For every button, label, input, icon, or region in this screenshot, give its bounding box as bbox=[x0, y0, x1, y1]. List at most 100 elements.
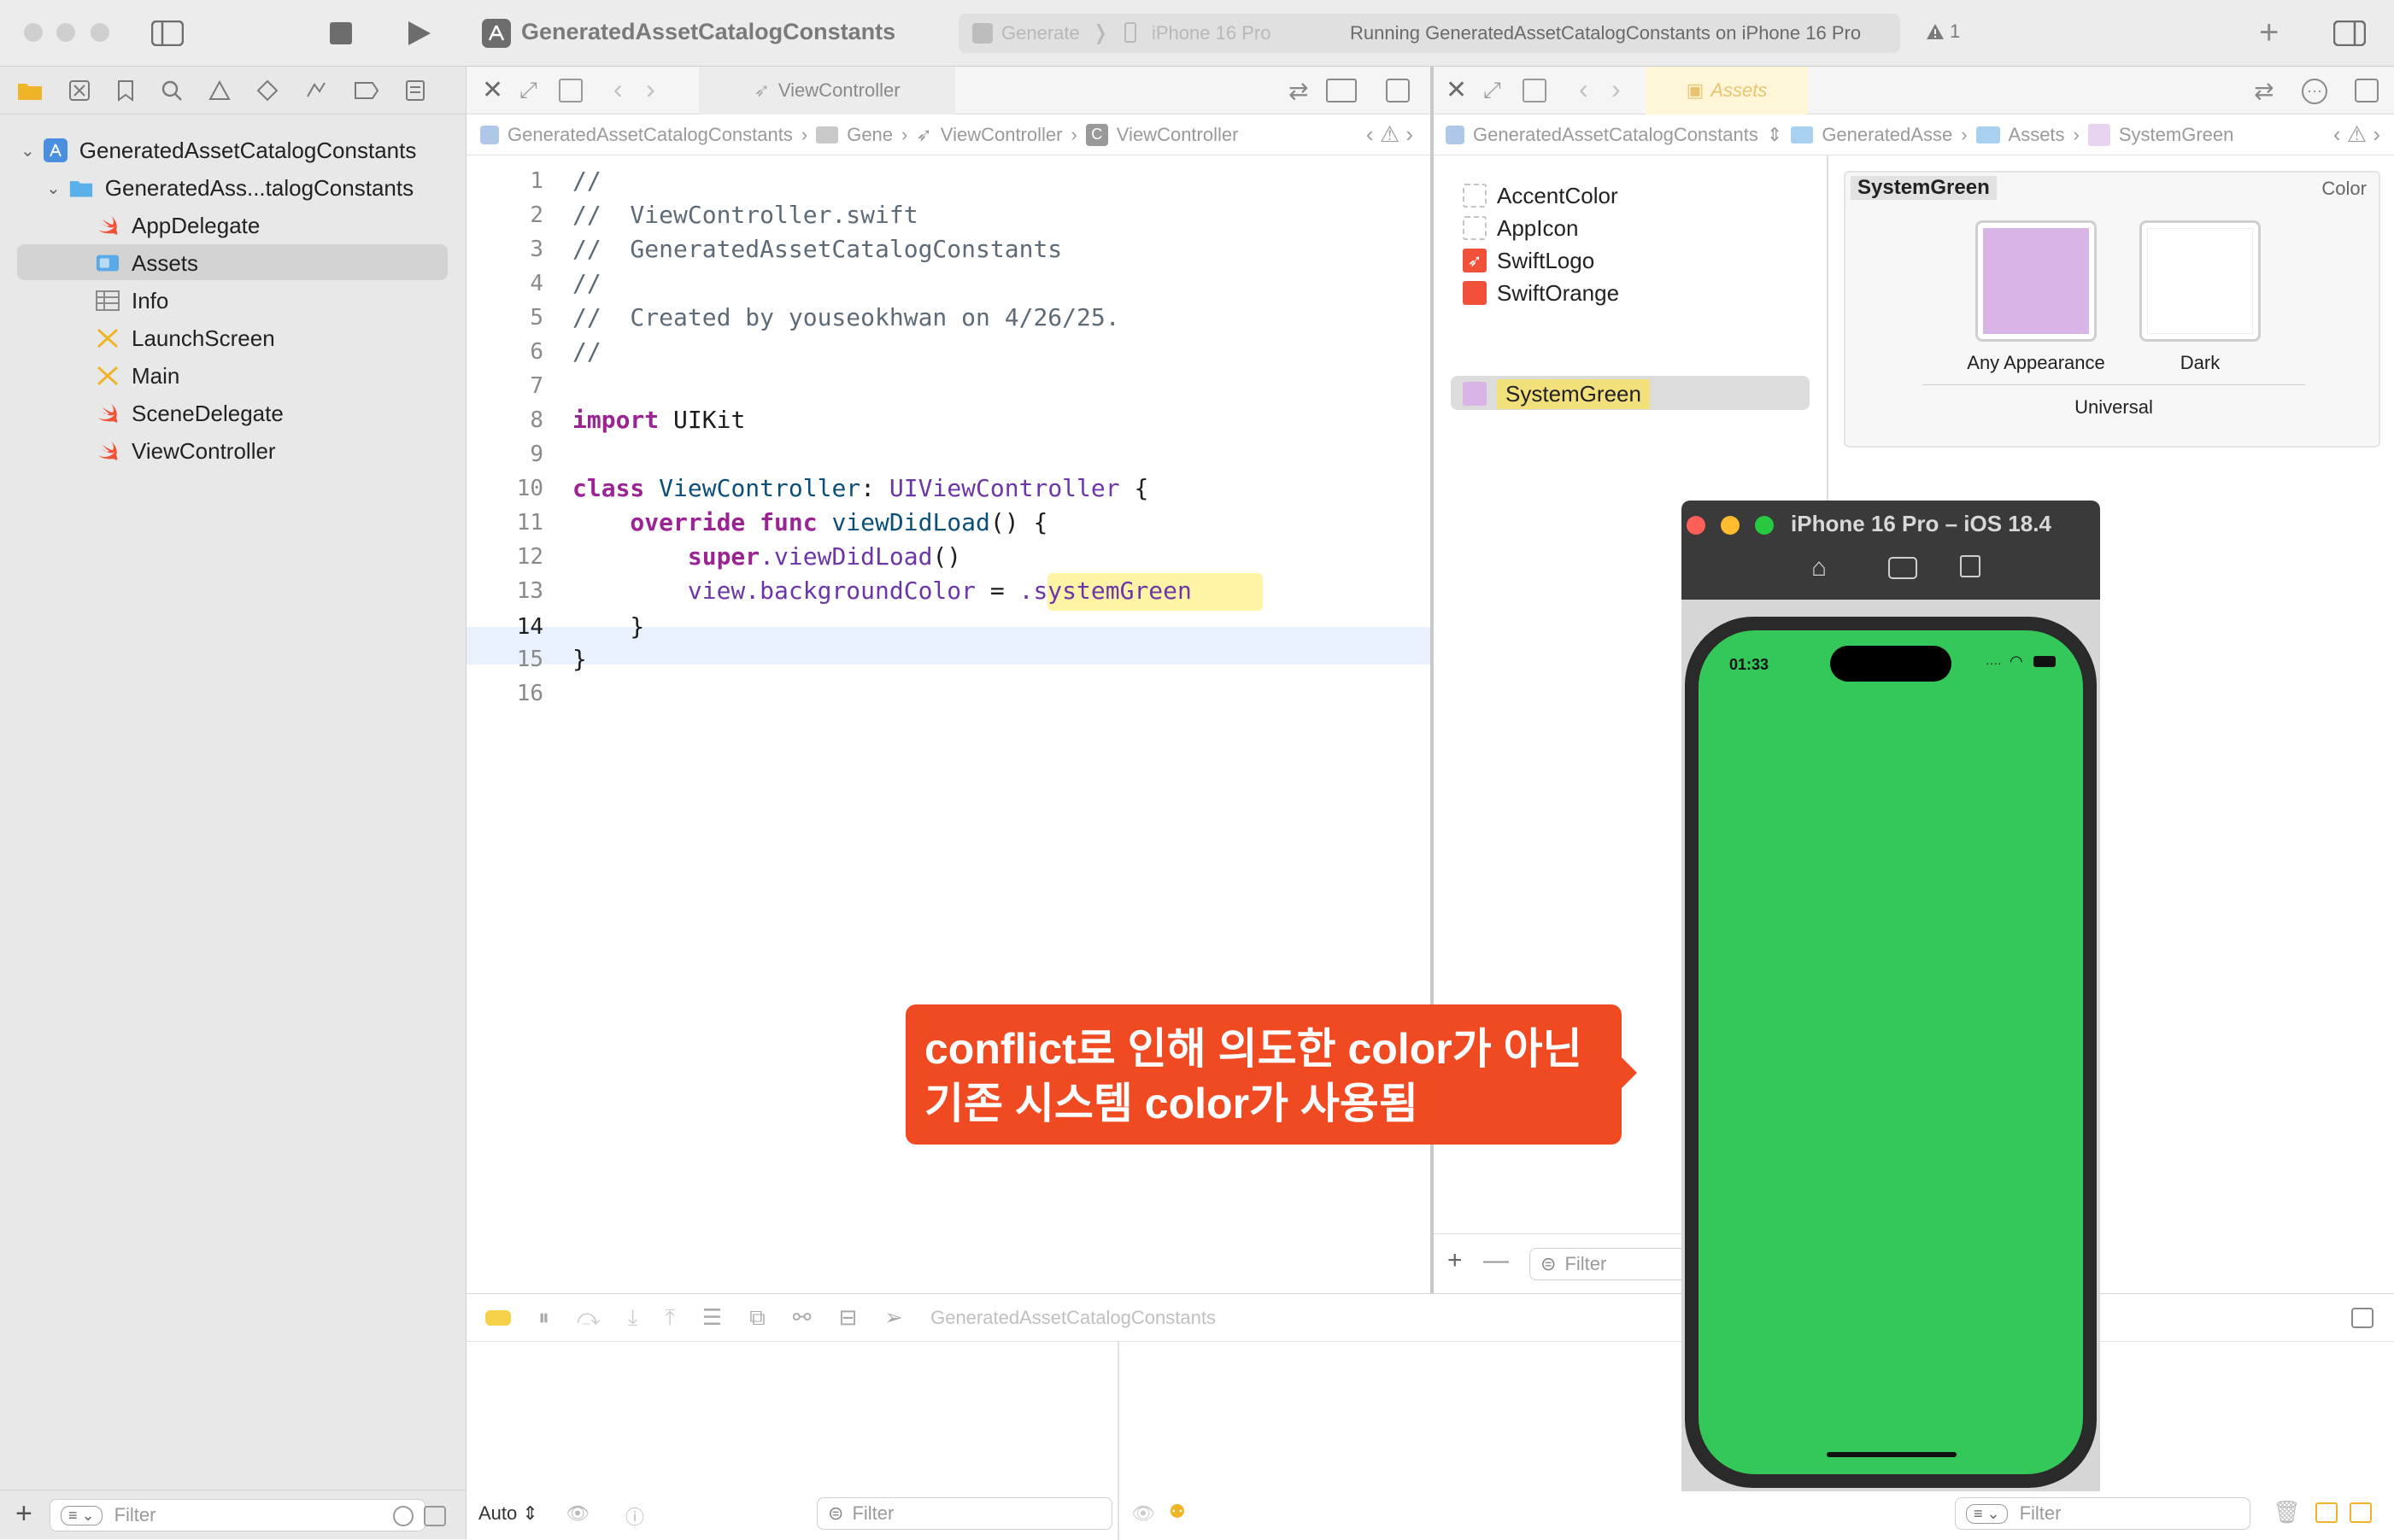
back-icon[interactable]: ‹ bbox=[613, 73, 623, 105]
rotate-icon[interactable] bbox=[1960, 555, 1980, 577]
code-line[interactable]: 2 // ViewController.swift bbox=[466, 198, 1430, 232]
destination-name[interactable]: iPhone 16 Pro bbox=[1152, 22, 1270, 44]
asset-row-swiftorange[interactable]: SwiftOrange bbox=[1463, 277, 1804, 309]
close-window-button[interactable] bbox=[1687, 516, 1705, 535]
eye-icon[interactable]: 👁 bbox=[566, 1502, 590, 1525]
jump-asset[interactable]: SystemGreen bbox=[2119, 124, 2234, 146]
jump-group[interactable]: Gene bbox=[847, 124, 893, 146]
search-icon[interactable] bbox=[161, 79, 183, 102]
warnings-indicator[interactable]: 1 bbox=[1926, 20, 1960, 43]
group-row[interactable]: ⌄ GeneratedAss...talogConstants bbox=[0, 169, 466, 207]
tab-assets[interactable]: ▣ Assets bbox=[1646, 67, 1808, 114]
code-line[interactable]: 16 bbox=[466, 676, 1430, 711]
sidebar-toggle-icon[interactable] bbox=[150, 19, 185, 48]
forward-icon[interactable]: › bbox=[1611, 73, 1621, 105]
code-line[interactable]: 7 bbox=[466, 369, 1430, 403]
close-window-button[interactable] bbox=[24, 23, 43, 42]
tab-viewcontroller[interactable]: ➶ ViewController bbox=[699, 67, 955, 114]
code-line[interactable]: 6 // bbox=[466, 335, 1430, 369]
code-line[interactable]: 5 // Created by youseokhwan on 4/26/25. bbox=[466, 301, 1430, 335]
navigator-filter-field[interactable]: ≡ ⌄ Filter bbox=[50, 1499, 425, 1531]
file-row-assets[interactable]: Assets bbox=[0, 244, 466, 282]
console-filter-field[interactable]: ≡ ⌄ Filter bbox=[1955, 1497, 2250, 1530]
memory-graph-icon[interactable]: ⧉ bbox=[749, 1304, 766, 1332]
pause-icon[interactable]: ⏸ bbox=[538, 1304, 549, 1332]
asset-row-systemgreen[interactable]: SystemGreen bbox=[1463, 378, 1804, 410]
file-row-appdelegate[interactable]: AppDelegate bbox=[0, 207, 466, 244]
hide-debug-area-icon[interactable] bbox=[2351, 1308, 2373, 1328]
inspector-toggle-icon[interactable] bbox=[2332, 19, 2367, 48]
code-line[interactable]: 4 // bbox=[466, 266, 1430, 301]
environment-overrides-icon[interactable]: ⚯ bbox=[793, 1304, 812, 1331]
scheme-name[interactable]: Generate bbox=[1001, 22, 1080, 44]
step-over-icon[interactable]: ⤼ bbox=[577, 1304, 601, 1332]
project-row[interactable]: ⌄ GeneratedAssetCatalogConstants bbox=[0, 132, 466, 169]
jump-project[interactable]: GeneratedAssetCatalogConstants bbox=[1473, 124, 1758, 146]
code-line[interactable]: 8 import UIKit bbox=[466, 403, 1430, 437]
stop-icon[interactable] bbox=[330, 22, 352, 44]
issue-icon[interactable] bbox=[208, 79, 231, 101]
info-icon[interactable]: ⓘ bbox=[625, 1502, 644, 1530]
issue-navigation-icon[interactable]: ‹ ⚠ › bbox=[1366, 121, 1413, 148]
related-items-icon[interactable] bbox=[1523, 79, 1546, 102]
related-items-icon[interactable] bbox=[559, 79, 583, 102]
code-line[interactable]: 1 // bbox=[466, 164, 1430, 198]
add-icon[interactable]: + bbox=[2259, 14, 2279, 52]
code-line[interactable]: 9 bbox=[466, 437, 1430, 471]
file-row-info[interactable]: Info bbox=[0, 282, 466, 319]
breakpoints-toggle-icon[interactable] bbox=[485, 1309, 511, 1326]
app-screen[interactable]: 01:33 ···· ◠ bbox=[1699, 630, 2083, 1474]
editor-options-icon[interactable] bbox=[1326, 79, 1357, 102]
jump-catalog[interactable]: Assets bbox=[2009, 124, 2065, 146]
issue-navigation-icon[interactable]: ‹ ⚠ › bbox=[2333, 121, 2380, 148]
file-row-scenedelegate[interactable]: SceneDelegate bbox=[0, 395, 466, 432]
code-line[interactable]: 10 class ViewController: UIViewController… bbox=[466, 471, 1430, 506]
zoom-window-button[interactable] bbox=[91, 23, 109, 42]
disclosure-down-icon[interactable]: ⌄ bbox=[46, 178, 61, 199]
dark-appearance-well[interactable] bbox=[2139, 220, 2261, 342]
step-into-icon[interactable]: ⤓ bbox=[628, 1304, 638, 1332]
swap-icon[interactable]: ⇄ bbox=[1288, 77, 1308, 105]
expand-icon[interactable]: ⤢ bbox=[519, 77, 537, 104]
folder-icon[interactable] bbox=[17, 80, 43, 101]
disclosure-down-icon[interactable]: ⌄ bbox=[21, 140, 35, 161]
recent-files-icon[interactable] bbox=[393, 1506, 414, 1526]
jump-group[interactable]: GeneratedAsse bbox=[1822, 124, 1952, 146]
file-row-viewcontroller[interactable]: ViewController bbox=[0, 432, 466, 470]
bookmark-icon[interactable] bbox=[116, 79, 135, 102]
activity-view[interactable]: Generate ❭ iPhone 16 Pro Running Generat… bbox=[959, 14, 1900, 53]
simulate-location-icon[interactable]: ⊟ bbox=[839, 1304, 858, 1331]
asset-row-swiftlogo[interactable]: ➶ SwiftLogo bbox=[1463, 244, 1804, 277]
asset-row-appicon[interactable]: AppIcon bbox=[1463, 212, 1804, 244]
eye-icon[interactable]: 👁 bbox=[1131, 1502, 1155, 1525]
variables-view-icon[interactable] bbox=[2315, 1502, 2338, 1523]
console-view-icon[interactable] bbox=[2350, 1502, 2372, 1523]
file-row-main[interactable]: Main bbox=[0, 357, 466, 395]
code-line[interactable]: 14 } bbox=[466, 610, 1430, 644]
console-toggle-icon[interactable]: ⚉ bbox=[1169, 1501, 1186, 1523]
close-editor-icon[interactable]: ✕ bbox=[482, 75, 503, 105]
report-icon[interactable] bbox=[405, 79, 425, 102]
zoom-window-button[interactable] bbox=[1755, 516, 1774, 535]
jump-project[interactable]: GeneratedAssetCatalogConstants bbox=[508, 124, 793, 146]
breakpoint-icon[interactable] bbox=[354, 81, 379, 100]
filter-options-icon[interactable]: ≡ ⌄ bbox=[61, 1505, 103, 1525]
jump-symbol[interactable]: ViewController bbox=[1117, 124, 1239, 146]
expand-icon[interactable]: ⤢ bbox=[1483, 77, 1501, 104]
close-editor-icon[interactable]: ✕ bbox=[1446, 75, 1467, 105]
add-asset-icon[interactable]: + bbox=[1447, 1246, 1463, 1275]
step-out-icon[interactable]: ⤒ bbox=[665, 1304, 675, 1332]
file-row-launchscreen[interactable]: LaunchScreen bbox=[0, 319, 466, 357]
minimize-window-button[interactable] bbox=[1721, 516, 1740, 535]
home-icon[interactable]: ⌂ bbox=[1811, 553, 1827, 583]
asset-row-accentcolor[interactable]: AccentColor bbox=[1463, 179, 1804, 212]
code-line[interactable]: 13 view.backgroundColor = .systemGreen bbox=[466, 574, 1430, 608]
filter-options-icon[interactable]: ≡ ⌄ bbox=[1966, 1503, 2008, 1524]
code-line[interactable]: 15} bbox=[466, 642, 1430, 676]
minimize-window-button[interactable] bbox=[56, 23, 75, 42]
code-line[interactable]: 11 override func viewDidLoad() { bbox=[466, 506, 1430, 540]
screenshot-icon[interactable] bbox=[1888, 557, 1917, 579]
more-options-icon[interactable]: ··· bbox=[2302, 79, 2327, 104]
view-hierarchy-icon[interactable]: ☰ bbox=[702, 1304, 722, 1331]
split-editor-icon[interactable] bbox=[2355, 79, 2379, 102]
